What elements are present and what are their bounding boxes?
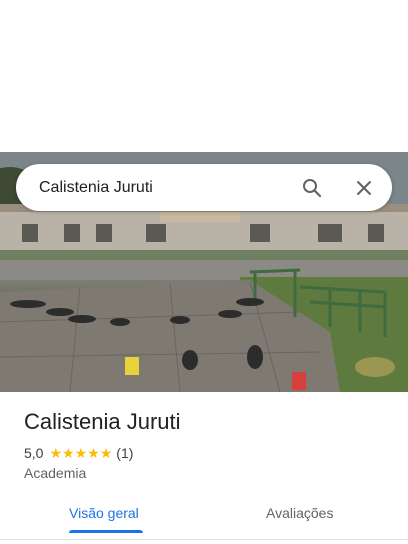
tab-overview[interactable]: Visão geral	[69, 505, 139, 521]
star-icon: ★	[62, 445, 75, 461]
search-bar[interactable]: Calistenia Juruti	[16, 164, 392, 211]
place-category: Academia	[24, 465, 87, 481]
tab-bar: Visão geral Avaliações	[0, 497, 408, 537]
tab-reviews[interactable]: Avaliações	[266, 505, 333, 521]
rating-value: 5,0	[24, 445, 44, 461]
star-icon: ★	[74, 445, 88, 461]
close-icon[interactable]	[350, 174, 378, 202]
review-count[interactable]: (1)	[116, 445, 133, 461]
tabs-divider	[0, 539, 408, 540]
rating-stars: ★ ★ ★ ★ ★	[49, 446, 112, 460]
search-icon[interactable]	[298, 174, 326, 202]
star-icon: ★	[49, 445, 63, 461]
active-tab-indicator	[69, 530, 143, 533]
rating-row[interactable]: 5,0 ★ ★ ★ ★ ★ (1)	[24, 445, 133, 461]
star-icon: ★	[87, 445, 100, 461]
search-input[interactable]: Calistenia Juruti	[39, 179, 298, 197]
star-icon: ★	[99, 445, 113, 461]
place-title: Calistenia Juruti	[24, 409, 181, 434]
